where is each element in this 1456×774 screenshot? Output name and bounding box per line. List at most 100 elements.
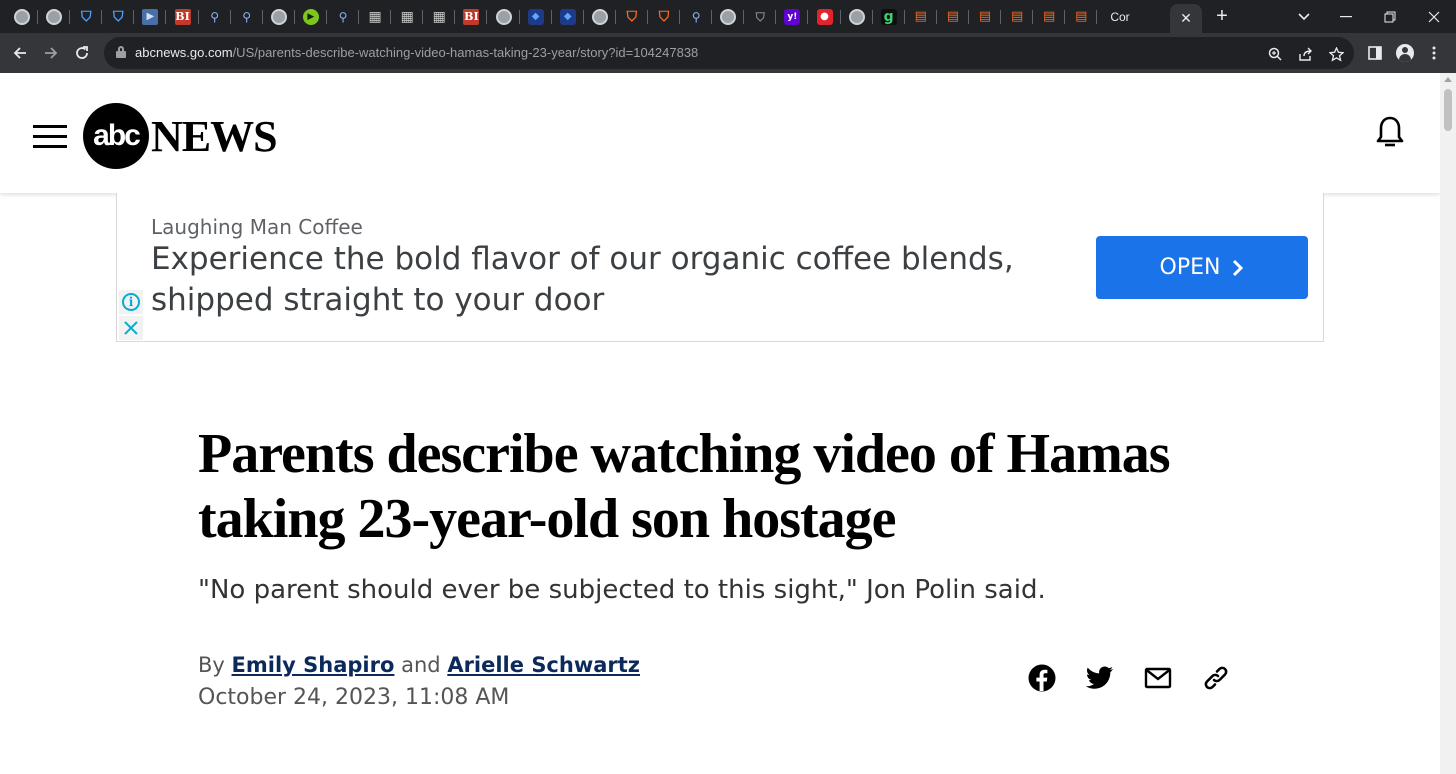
tab-strip: Cor ✕ + ⛉ ⛉ ▶ BI ⚲ ⚲ ▶ ⚲ ▦ ▦ ▦ BI ◆ ◆ ⛉ ⛉ ⚲ ⛉ y! ● g ▤ ▤ ▤ ▤ ▤ ▤	[0, 0, 1456, 33]
browser-tab[interactable]: ⛉	[744, 4, 777, 29]
plus-icon: +	[1216, 5, 1228, 27]
publish-date: October 24, 2023, 11:08 AM	[198, 685, 510, 710]
forward-button[interactable]	[37, 39, 65, 67]
new-tab-button[interactable]: +	[1208, 4, 1236, 29]
browser-tab[interactable]: BI	[167, 4, 199, 29]
browser-tab[interactable]	[263, 4, 295, 29]
browser-tab[interactable]: ▤	[1001, 4, 1034, 29]
browser-tab[interactable]: ▤	[905, 4, 937, 29]
ad-close-icon[interactable]	[119, 316, 143, 340]
kebab-menu-icon	[1432, 46, 1436, 60]
adchoices-info-icon[interactable]: i	[119, 290, 143, 314]
copy-link-icon[interactable]	[1201, 663, 1231, 693]
browser-tab[interactable]: ▦	[359, 4, 392, 29]
url-text[interactable]: abcnews.go.com/US/parents-describe-watch…	[135, 45, 698, 60]
facebook-share-icon[interactable]	[1027, 663, 1057, 693]
profile-button[interactable]	[1391, 39, 1419, 67]
browser-tab[interactable]	[584, 4, 616, 29]
ad-open-button[interactable]: OPEN	[1096, 236, 1308, 299]
cube-favicon-icon: ◆	[559, 8, 576, 25]
browser-menu-button[interactable]	[1420, 39, 1448, 67]
substack-favicon-icon: ▤	[946, 8, 960, 24]
author-link-2[interactable]: Arielle Schwartz	[447, 653, 640, 677]
flag-favicon-icon: ▶	[142, 8, 159, 25]
lock-icon[interactable]	[116, 46, 126, 58]
advertisement-banner[interactable]: Laughing Man Coffee Experience the bold …	[116, 193, 1324, 342]
browser-tab[interactable]: g	[873, 4, 905, 29]
minimize-button[interactable]	[1324, 0, 1368, 33]
orange-shield-favicon-icon: ⛉	[626, 8, 638, 25]
browser-tab[interactable]: ▤	[1065, 4, 1098, 29]
browser-tab[interactable]	[6, 4, 38, 29]
browser-tab[interactable]: ▤	[1033, 4, 1066, 29]
browser-tab[interactable]: ⛉	[648, 4, 680, 29]
orange-shield-favicon-icon: ⛉	[658, 8, 670, 25]
article-headline: Parents describe watching video of Hamas…	[198, 423, 1171, 550]
restore-icon	[1384, 11, 1396, 22]
substack-favicon-icon: ▤	[914, 8, 927, 24]
restore-button[interactable]	[1368, 0, 1412, 33]
profile-icon	[1396, 44, 1414, 62]
side-panel-button[interactable]	[1361, 39, 1389, 67]
browser-tab[interactable]: ⚲	[327, 4, 359, 29]
chevron-right-icon	[1233, 259, 1244, 276]
browser-tab[interactable]: ⚲	[231, 4, 263, 29]
bi-favicon-icon: BI	[463, 8, 480, 25]
ad-headline[interactable]: Experience the bold flavor of our organi…	[151, 239, 1071, 321]
close-window-button[interactable]	[1412, 0, 1456, 33]
shield-favicon-icon: ⛉	[113, 8, 124, 25]
globe-favicon-icon	[270, 8, 287, 25]
browser-tab[interactable]: ⚲	[199, 4, 231, 29]
shield-gray-favicon-icon: ⛉	[755, 9, 765, 24]
browser-tab[interactable]: ▦	[391, 4, 424, 29]
browser-tab[interactable]: ⛉	[616, 4, 648, 29]
author-link-1[interactable]: Emily Shapiro	[232, 653, 395, 677]
browser-tab[interactable]: ▶	[134, 4, 167, 29]
notifications-bell-icon[interactable]	[1374, 115, 1406, 149]
reload-button[interactable]	[68, 39, 96, 67]
abc-news-logo[interactable]: abc NEWS	[83, 103, 278, 169]
news-wordmark: NEWS	[151, 111, 278, 161]
browser-tab[interactable]: ◆	[552, 4, 584, 29]
browser-tab[interactable]: ▤	[969, 4, 1001, 29]
chevron-down-icon	[1298, 12, 1310, 20]
browser-tab[interactable]	[841, 4, 873, 29]
tab-current-partial[interactable]: Cor	[1104, 4, 1136, 29]
browser-tab[interactable]	[38, 4, 71, 29]
tab-close-button[interactable]: ✕	[1170, 4, 1202, 33]
search-favicon-icon: ⚲	[210, 9, 219, 24]
browser-tab[interactable]: ▤	[937, 4, 969, 29]
browser-tab[interactable]: ▶	[295, 4, 327, 29]
back-button[interactable]	[6, 39, 34, 67]
share-icon[interactable]	[1294, 43, 1316, 65]
address-bar[interactable]: abcnews.go.com/US/parents-describe-watch…	[104, 37, 1354, 69]
site-header: abc NEWS	[0, 73, 1440, 193]
page-scrollbar[interactable]	[1440, 73, 1456, 774]
hamburger-menu-button[interactable]	[33, 125, 67, 149]
globe-favicon-icon	[720, 8, 737, 25]
browser-tab[interactable]: ●	[809, 4, 841, 29]
browser-tab[interactable]: ◆	[520, 4, 552, 29]
substack-favicon-icon: ▤	[1010, 8, 1024, 24]
browser-tab[interactable]: ⚲	[680, 4, 713, 29]
globe-favicon-icon	[848, 8, 865, 25]
zoom-icon[interactable]	[1264, 43, 1286, 65]
shield-favicon-icon: ⛉	[80, 8, 92, 25]
browser-tab[interactable]: ⛉	[70, 4, 103, 29]
star-icon[interactable]	[1325, 43, 1347, 65]
browser-tab[interactable]: BI	[455, 4, 488, 29]
browser-tab[interactable]: y!	[776, 4, 809, 29]
browser-tab[interactable]	[712, 4, 745, 29]
email-share-icon[interactable]	[1143, 663, 1173, 693]
browser-tab[interactable]: ▦	[423, 4, 456, 29]
byline: By Emily Shapiro and Arielle Schwartz	[198, 653, 640, 677]
globe-favicon-icon	[46, 8, 63, 25]
browser-tab[interactable]: ⛉	[102, 4, 135, 29]
side-panel-icon	[1368, 46, 1382, 60]
scrollbar-thumb[interactable]	[1444, 89, 1452, 131]
browser-tab[interactable]	[488, 4, 520, 29]
abc-logo-circle: abc	[83, 103, 149, 169]
tab-search-button[interactable]	[1282, 0, 1326, 33]
twitter-share-icon[interactable]	[1085, 663, 1115, 693]
scroll-up-arrow-icon[interactable]	[1444, 77, 1452, 82]
